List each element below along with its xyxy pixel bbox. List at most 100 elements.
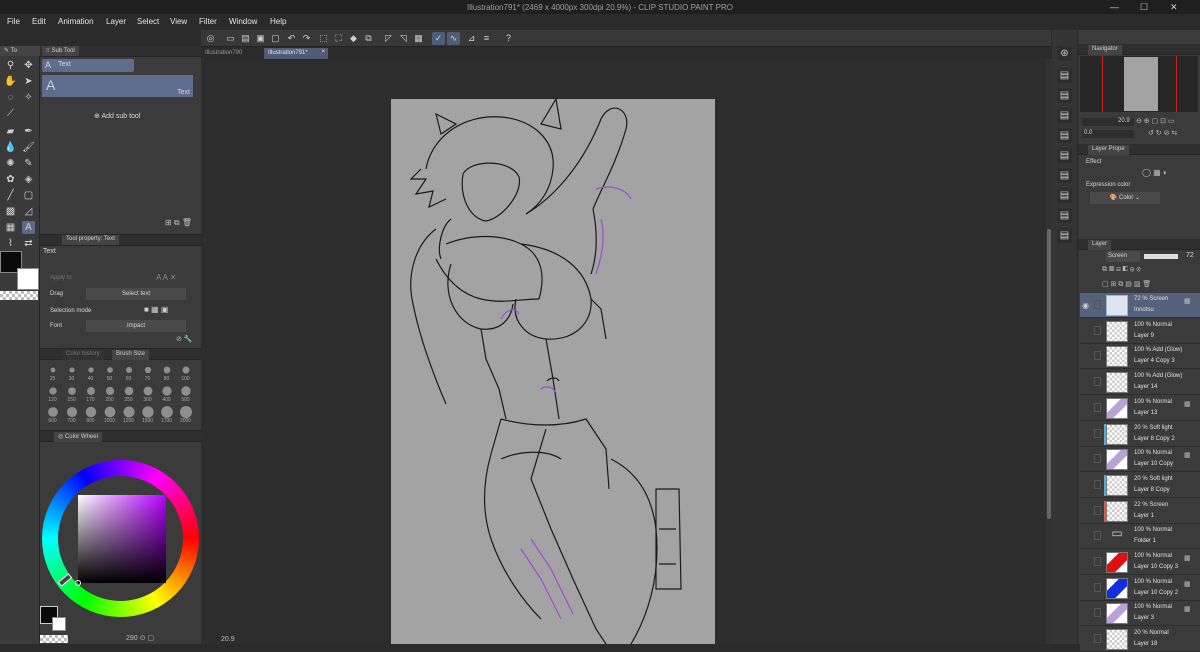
snap-special-ruler-icon[interactable]: ✓ <box>432 32 445 45</box>
effect-buttons[interactable]: ◯ ▦ ◐ <box>1142 168 1168 177</box>
color-picker-marker[interactable] <box>75 580 81 586</box>
layer-row[interactable]: ◉ 72 % Screen Innotsu ▦ <box>1080 293 1200 318</box>
eraser-icon[interactable]: ▰ <box>4 125 17 138</box>
move-tool-icon[interactable]: ✥ <box>22 59 35 72</box>
zoom-buttons[interactable]: ⊖ ⊕ ▢ ⊡ ▭ <box>1136 117 1175 125</box>
new-file-icon[interactable]: ▭ <box>224 32 237 45</box>
brush-size-cell[interactable]: 30 <box>63 364 80 386</box>
lock-toggle[interactable] <box>1094 557 1101 566</box>
maximize-button[interactable]: ☐ <box>1140 2 1148 13</box>
auto-select-icon[interactable]: ✧ <box>22 91 35 104</box>
navigator-tab[interactable]: Navigator <box>1088 45 1122 55</box>
lock-toggle[interactable] <box>1094 608 1101 618</box>
layer-row[interactable]: 100 % Normal Layer 10 Copy 2 ▦ <box>1080 575 1200 601</box>
color-history-tab[interactable]: Color history <box>62 350 104 360</box>
layer-tool-icons-row1[interactable]: ⧉ ▦ ⊟ ◧ ⊕ ⊗ <box>1102 266 1141 274</box>
saturation-value-square[interactable] <box>78 495 166 583</box>
eyedropper-icon[interactable]: ⟋ <box>4 107 17 120</box>
material-icon-5[interactable]: ▤ <box>1057 148 1072 163</box>
balloon-icon[interactable]: ◿ <box>22 205 35 218</box>
fill-icon[interactable]: ◆ <box>347 32 360 45</box>
object-tool-icon[interactable]: ➤ <box>22 75 35 88</box>
brush-size-cell[interactable]: 120 <box>44 385 61 407</box>
layer-row[interactable]: 100 % Normal Layer 13 ▦ <box>1080 395 1200 421</box>
decoration-icon[interactable]: ✺ <box>4 157 17 170</box>
undo-icon[interactable]: ↶ <box>285 32 298 45</box>
brush-size-cell[interactable]: 100 <box>177 364 194 386</box>
subtool-footer-icons[interactable]: ⊞ ⧉ 🗑 <box>165 218 192 228</box>
lock-toggle[interactable] <box>1094 351 1101 361</box>
material-icon-1[interactable]: ▤ <box>1057 68 1072 83</box>
layer-row[interactable]: 100 % Normal Layer 9 <box>1080 318 1200 344</box>
lock-toggle[interactable] <box>1094 479 1101 489</box>
brush-tool-icon[interactable]: 🖌 <box>22 141 35 154</box>
scroll-thumb[interactable] <box>1047 229 1051 519</box>
airbrush-icon[interactable]: ✎ <box>22 157 35 170</box>
eye-icon[interactable]: ◉ <box>1082 301 1089 310</box>
close-tab-icon[interactable]: × <box>321 49 325 55</box>
snap-grid-icon[interactable]: ▦ <box>412 32 425 45</box>
app-icon[interactable]: ◎ <box>204 32 217 45</box>
tool-property-tab[interactable]: Tool property: Text <box>62 235 119 245</box>
brush-size-cell[interactable]: 150 <box>63 385 80 407</box>
material-search-icon[interactable]: ⊛ <box>1057 46 1072 61</box>
tools-tab[interactable]: ✎ To <box>0 46 40 56</box>
menu-filter[interactable]: Filter <box>199 17 217 26</box>
brush-size-cell[interactable]: 50 <box>101 364 118 386</box>
apply-to-icons[interactable]: A A ✕ <box>156 273 177 282</box>
minimize-button[interactable]: — <box>1110 2 1119 12</box>
transform-icon[interactable]: ⧉ <box>362 32 375 45</box>
open-file-icon[interactable]: ▤ <box>239 32 252 45</box>
expression-color-select[interactable]: 🎨 Color ⌄ <box>1090 192 1160 204</box>
menu-help[interactable]: Help <box>270 17 286 26</box>
selection-mode-buttons[interactable]: ■ ▦ ▣ <box>144 305 184 316</box>
lock-toggle[interactable] <box>1094 377 1101 387</box>
lock-toggle[interactable] <box>1094 454 1101 464</box>
brush-size-cell[interactable]: 800 <box>82 406 99 428</box>
brush-size-cell[interactable]: 1200 <box>120 406 137 428</box>
brush-size-cell[interactable]: 400 <box>158 385 175 407</box>
lock-toggle[interactable] <box>1094 325 1101 335</box>
sub-color-chip[interactable] <box>52 617 66 631</box>
layer-row[interactable]: 20 % Soft light Layer 8 Copy <box>1080 472 1200 498</box>
snap-ruler-icon[interactable]: ◹ <box>397 32 410 45</box>
lock-toggle[interactable] <box>1094 634 1101 644</box>
navigator-preview[interactable] <box>1080 56 1198 112</box>
material-icon-8[interactable]: ▤ <box>1057 208 1072 223</box>
drag-select[interactable]: Select text <box>86 288 186 300</box>
layer-row[interactable]: ▭ 100 % Normal Folder 1 <box>1080 524 1200 550</box>
font-select[interactable]: Impact <box>86 320 186 332</box>
subtool-group-text[interactable]: A Text <box>42 59 134 72</box>
frame-icon[interactable]: ▢ <box>22 189 35 202</box>
rotate-buttons[interactable]: ↺ ↻ ⊘ ⇆ <box>1148 129 1177 137</box>
layer-property-tab[interactable]: Layer Prope <box>1088 145 1129 155</box>
subtool-item-text[interactable]: A Text <box>42 75 193 97</box>
deselect-icon[interactable]: ⬚ <box>317 32 330 45</box>
brush-size-cell[interactable]: 250 <box>120 385 137 407</box>
grid-tool-icon[interactable]: ▦ <box>4 221 17 234</box>
menu-layer[interactable]: Layer <box>106 17 126 26</box>
lock-toggle[interactable] <box>1094 300 1101 309</box>
doc-tab-illustration790[interactable]: Illustration790 <box>201 48 246 59</box>
brush-size-cell[interactable]: 700 <box>63 406 80 428</box>
layer-row[interactable]: 20 % Soft light Layer 8 Copy 2 <box>1080 421 1200 447</box>
brush-size-cell[interactable]: 170 <box>82 385 99 407</box>
brush-size-cell[interactable]: 600 <box>44 406 61 428</box>
save-icon[interactable]: ▣ <box>254 32 267 45</box>
color-wheel-tab[interactable]: ◎ Color Wheel <box>54 432 102 442</box>
lock-toggle[interactable] <box>1094 531 1101 541</box>
brush-size-cell[interactable]: 2000 <box>177 406 194 428</box>
select-all-icon[interactable]: ⛶ <box>332 32 345 45</box>
brush-size-cell[interactable]: 25 <box>44 364 61 386</box>
lock-toggle[interactable] <box>1094 582 1101 592</box>
brush-size-cell[interactable]: 60 <box>120 364 137 386</box>
pen-tool-icon[interactable]: ✒ <box>22 125 35 138</box>
add-subtool-button[interactable]: ⊕ Add sub tool <box>94 112 140 120</box>
menu-select[interactable]: Select <box>137 17 159 26</box>
brush-size-cell[interactable]: 80 <box>158 364 175 386</box>
canvas-area[interactable]: 20.9 <box>201 59 1046 644</box>
opacity-slider[interactable] <box>1144 254 1178 259</box>
blend-tool-icon[interactable]: 💧 <box>4 141 17 154</box>
property-footer-icons[interactable]: ⊘ 🔧 <box>176 335 193 343</box>
sub-color-swatch[interactable] <box>17 268 39 290</box>
